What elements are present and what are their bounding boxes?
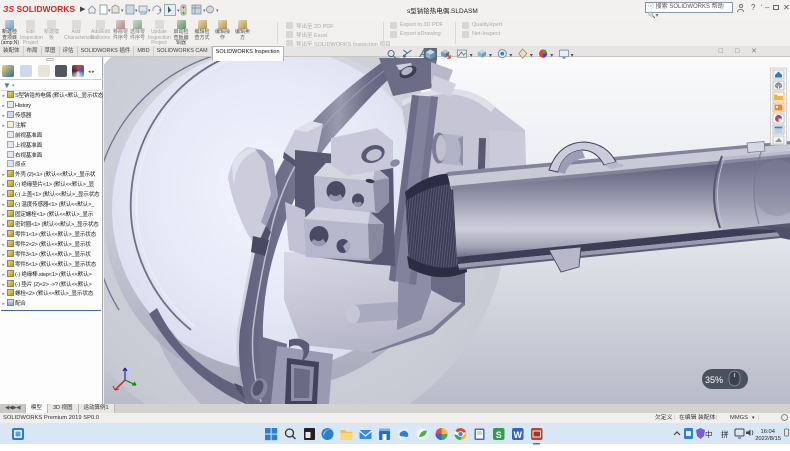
svg-text:▾: ▾ [135,8,138,14]
svg-text:▾: ▾ [121,8,124,14]
svg-text:▾: ▾ [530,52,533,59]
svg-text:S: S [496,430,502,440]
svg-text:拼: 拼 [721,429,729,439]
svg-text:W: W [513,430,522,440]
svg-text:35%: 35% [705,375,723,385]
svg-text:▾: ▾ [550,52,553,59]
svg-text:▾: ▾ [489,52,492,59]
svg-text:▾: ▾ [216,8,219,14]
svg-text:▾: ▾ [571,52,574,59]
svg-text:▾: ▾ [470,52,473,59]
svg-text:▾: ▾ [203,8,206,14]
svg-text:▾: ▾ [148,8,151,14]
svg-text:▾: ▾ [177,8,180,14]
svg-text:▾: ▾ [509,52,512,59]
svg-text:中: 中 [705,429,713,439]
svg-text:▾: ▾ [159,8,162,14]
svg-text:2022/8/15: 2022/8/15 [755,436,781,442]
svg-text:16:04: 16:04 [760,429,775,435]
svg-text:▾: ▾ [108,8,111,14]
